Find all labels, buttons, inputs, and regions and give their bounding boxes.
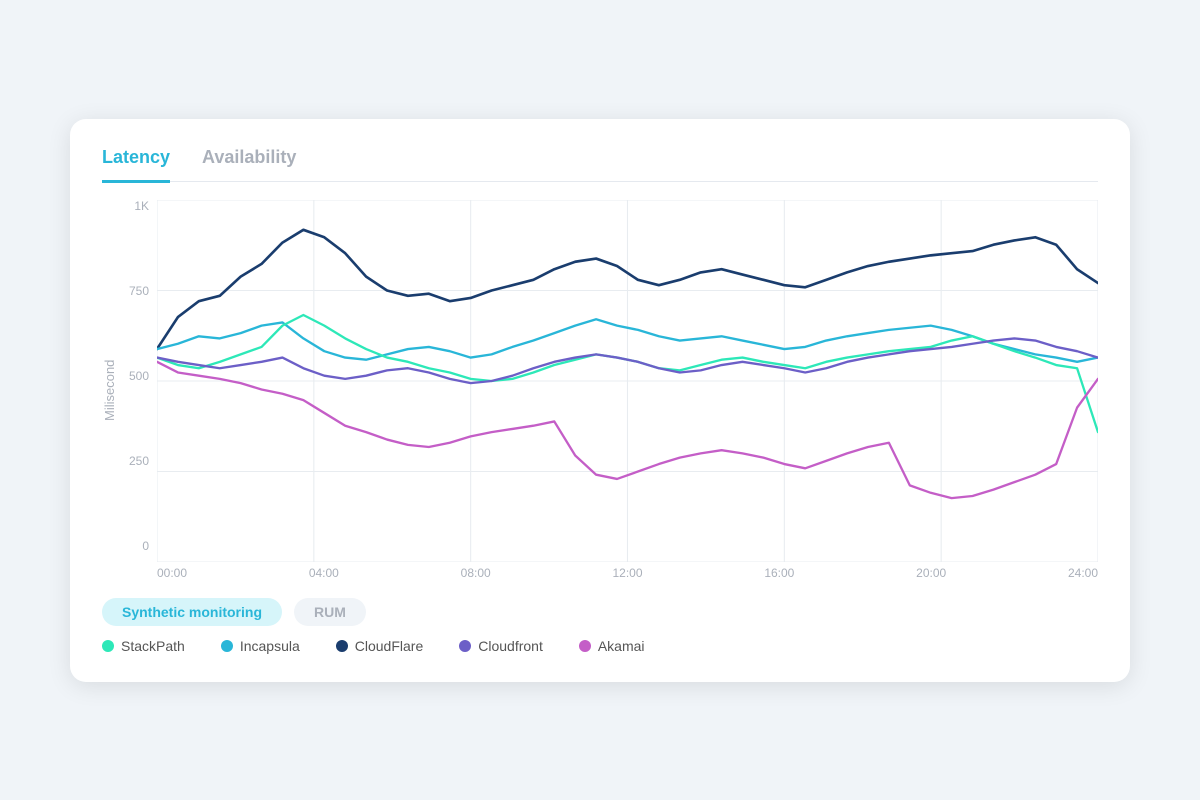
legend-item-stackpath: StackPath <box>102 638 185 654</box>
incapsula-label: Incapsula <box>240 638 300 654</box>
x-tick-2400: 24:00 <box>1068 566 1098 580</box>
chart-svg <box>157 200 1098 562</box>
y-tick-500: 500 <box>129 370 149 382</box>
legend-item-cloudflare: CloudFlare <box>336 638 423 654</box>
cloudfront-dot <box>459 640 471 652</box>
x-axis-ticks: 00:00 04:00 08:00 12:00 16:00 20:00 24:0… <box>157 566 1098 580</box>
tab-latency[interactable]: Latency <box>102 147 170 183</box>
akamai-label: Akamai <box>598 638 645 654</box>
legend-items: StackPath Incapsula CloudFlare Cloudfron… <box>102 638 1098 654</box>
x-tick-1200: 12:00 <box>612 566 642 580</box>
akamai-dot <box>579 640 591 652</box>
chart-with-xaxis: 00:00 04:00 08:00 12:00 16:00 20:00 24:0… <box>157 200 1098 580</box>
x-tick-2000: 20:00 <box>916 566 946 580</box>
y-tick-250: 250 <box>129 455 149 467</box>
tab-availability[interactable]: Availability <box>202 147 296 183</box>
legend-btn-synthetic[interactable]: Synthetic monitoring <box>102 598 282 626</box>
legend-buttons: Synthetic monitoring RUM <box>102 598 1098 626</box>
stackpath-dot <box>102 640 114 652</box>
legend-item-akamai: Akamai <box>579 638 645 654</box>
y-axis-ticks: 1K 750 500 250 0 <box>121 200 157 580</box>
x-tick-0800: 08:00 <box>461 566 491 580</box>
tab-bar: Latency Availability <box>102 147 1098 182</box>
main-card: Latency Availability Milisecond 1K 750 5… <box>70 119 1130 682</box>
incapsula-dot <box>221 640 233 652</box>
x-tick-0400: 04:00 <box>309 566 339 580</box>
y-tick-0: 0 <box>142 540 149 552</box>
y-axis-label: Milisecond <box>102 200 117 580</box>
stackpath-label: StackPath <box>121 638 185 654</box>
legend-btn-rum[interactable]: RUM <box>294 598 366 626</box>
x-tick-1600: 16:00 <box>764 566 794 580</box>
chart-area: Milisecond 1K 750 500 250 0 <box>102 200 1098 580</box>
cloudflare-dot <box>336 640 348 652</box>
cloudflare-label: CloudFlare <box>355 638 423 654</box>
y-tick-750: 750 <box>129 285 149 297</box>
legend-item-incapsula: Incapsula <box>221 638 300 654</box>
cloudfront-label: Cloudfront <box>478 638 543 654</box>
legend-item-cloudfront: Cloudfront <box>459 638 543 654</box>
x-tick-0000: 00:00 <box>157 566 187 580</box>
chart-svg-container <box>157 200 1098 562</box>
legend-area: Synthetic monitoring RUM StackPath Incap… <box>102 598 1098 654</box>
y-tick-1k: 1K <box>134 200 149 212</box>
